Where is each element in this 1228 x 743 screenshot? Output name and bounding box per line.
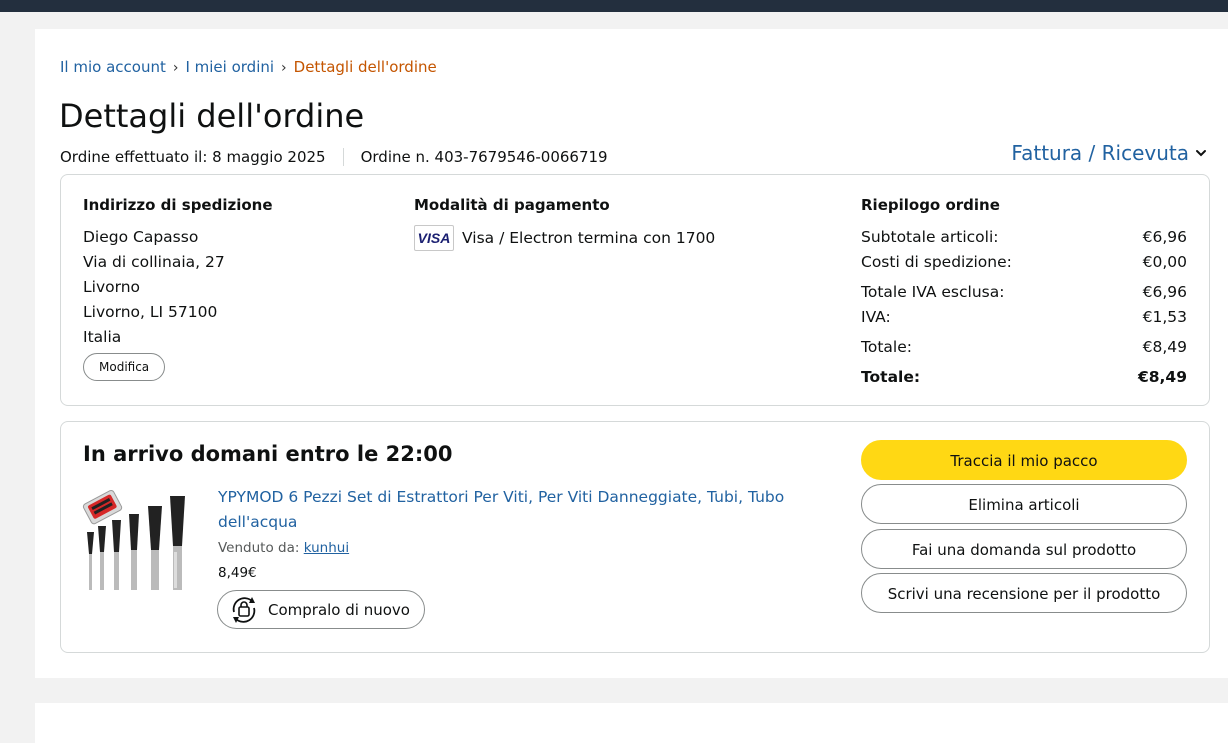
- buy-again-label: Compralo di nuovo: [268, 600, 410, 619]
- sold-by: Venduto da: kunhui: [218, 540, 349, 556]
- address-line: Via di collinaia, 27: [83, 253, 225, 271]
- summary-label: Totale IVA esclusa:: [861, 283, 1005, 301]
- chevron-down-icon: [1196, 150, 1206, 157]
- order-info-box: Indirizzo di spedizione Diego Capasso Vi…: [60, 174, 1210, 406]
- page-title: Dettagli dell'ordine: [59, 97, 365, 135]
- breadcrumb-my-orders[interactable]: I miei ordini: [185, 58, 274, 76]
- delivery-status: In arrivo domani entro le 22:00: [83, 442, 453, 466]
- shipment-box: In arrivo domani entro le 22:00 YPYMOD 6…: [60, 421, 1210, 653]
- top-nav-bar: [0, 0, 1228, 12]
- order-details-card: Il mio account › I miei ordini › Dettagli de…: [35, 29, 1228, 678]
- summary-heading: Riepilogo ordine: [861, 196, 1000, 214]
- edit-address-button[interactable]: Modifica: [83, 353, 166, 381]
- seller-link[interactable]: kunhui: [304, 540, 349, 556]
- address-line: Italia: [83, 328, 122, 346]
- order-summary: Subtotale articoli: €6,96 Costi di spedi…: [861, 225, 1187, 390]
- summary-label: Subtotale articoli:: [861, 228, 999, 246]
- breadcrumb-current: Dettagli dell'ordine: [293, 58, 437, 76]
- summary-row: Costi di spedizione: €0,00: [861, 250, 1187, 275]
- meta-divider: [342, 148, 344, 166]
- delete-items-button[interactable]: Elimina articoli: [861, 484, 1187, 524]
- summary-row: Totale: €8,49: [861, 335, 1187, 360]
- invoice-dropdown[interactable]: Fattura / Ricevuta: [1011, 141, 1207, 165]
- order-number: Ordine n. 403-7679546-0066719: [360, 148, 608, 166]
- order-meta: Ordine effettuato il: 8 maggio 2025 Ordi…: [60, 148, 608, 166]
- visa-logo: VISA: [414, 225, 454, 251]
- summary-value: €8,49: [1137, 368, 1187, 386]
- summary-row: Totale IVA esclusa: €6,96: [861, 280, 1187, 305]
- summary-value: €0,00: [1142, 253, 1187, 271]
- summary-row: IVA: €1,53: [861, 305, 1187, 330]
- breadcrumb-separator: ›: [172, 60, 179, 76]
- shipping-heading: Indirizzo di spedizione: [83, 196, 273, 214]
- summary-total-row: Totale: €8,49: [861, 365, 1187, 390]
- track-package-button[interactable]: Traccia il mio pacco: [861, 440, 1187, 480]
- summary-value: €8,49: [1142, 338, 1187, 356]
- summary-label: Totale:: [861, 368, 921, 386]
- next-section-card: [35, 703, 1228, 743]
- summary-label: Totale:: [861, 338, 912, 356]
- buy-again-button[interactable]: Compralo di nuovo: [217, 590, 425, 629]
- product-title-link[interactable]: YPYMOD 6 Pezzi Set di Estrattori Per Vit…: [218, 485, 818, 535]
- invoice-label: Fattura / Ricevuta: [1011, 141, 1189, 165]
- buy-again-icon: [232, 596, 256, 623]
- summary-value: €6,96: [1142, 283, 1187, 301]
- product-image[interactable]: [81, 484, 193, 600]
- breadcrumb-separator: ›: [281, 60, 287, 76]
- order-date: Ordine effettuato il: 8 maggio 2025: [60, 148, 326, 166]
- address-line: Diego Capasso: [83, 228, 199, 246]
- ask-question-button[interactable]: Fai una domanda sul prodotto: [861, 529, 1187, 569]
- summary-value: €6,96: [1142, 228, 1187, 246]
- summary-row: Subtotale articoli: €6,96: [861, 225, 1187, 250]
- breadcrumb-my-account[interactable]: Il mio account: [60, 58, 166, 76]
- breadcrumb: Il mio account › I miei ordini › Dettagli de…: [60, 58, 437, 76]
- payment-method: VISA Visa / Electron termina con 1700: [414, 225, 715, 251]
- summary-value: €1,53: [1142, 308, 1187, 326]
- sold-by-label: Venduto da:: [218, 540, 300, 556]
- shipping-address: Diego Capasso Via di collinaia, 27 Livor…: [83, 225, 225, 350]
- summary-label: Costi di spedizione:: [861, 253, 1012, 271]
- write-review-button[interactable]: Scrivi una recensione per il prodotto: [861, 573, 1187, 613]
- payment-heading: Modalità di pagamento: [414, 196, 610, 214]
- card-description: Visa / Electron termina con 1700: [462, 229, 716, 247]
- address-line: Livorno, LI 57100: [83, 303, 218, 321]
- summary-label: IVA:: [861, 308, 891, 326]
- address-line: Livorno: [83, 278, 141, 296]
- product-price: 8,49€: [218, 565, 257, 581]
